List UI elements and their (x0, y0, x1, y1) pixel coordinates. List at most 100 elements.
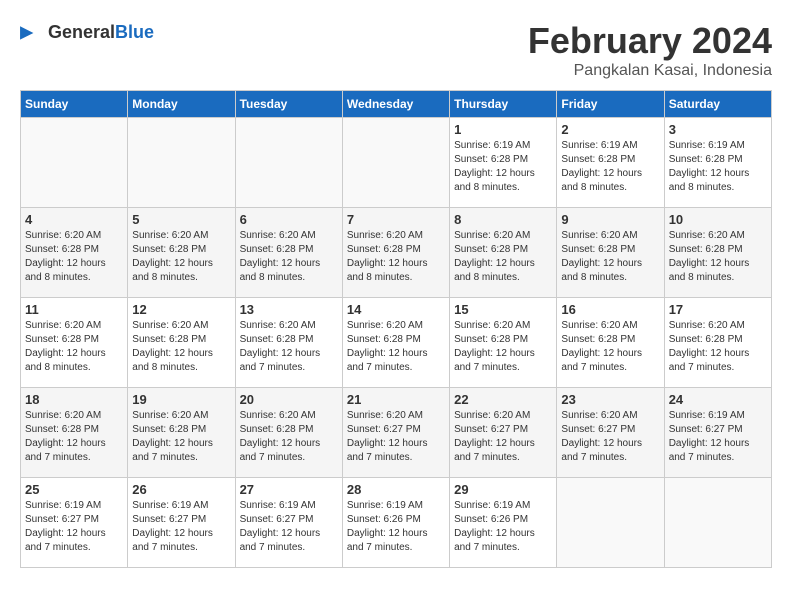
day-info: Sunrise: 6:20 AM Sunset: 6:28 PM Dayligh… (240, 319, 338, 375)
logo: ▶ GeneralBlue (20, 20, 154, 44)
calendar-cell: 17 Sunrise: 6:20 AM Sunset: 6:28 PM Dayli… (664, 298, 771, 388)
day-number: 17 (669, 302, 767, 317)
calendar-cell: 10 Sunrise: 6:20 AM Sunset: 6:28 PM Dayli… (664, 208, 771, 298)
calendar-cell: 3 Sunrise: 6:19 AM Sunset: 6:28 PM Daylig… (664, 118, 771, 208)
calendar-header-row: SundayMondayTuesdayWednesdayThursdayFrid… (21, 91, 772, 118)
calendar-cell (235, 118, 342, 208)
day-info: Sunrise: 6:20 AM Sunset: 6:27 PM Dayligh… (561, 409, 659, 465)
day-number: 7 (347, 212, 445, 227)
day-info: Sunrise: 6:20 AM Sunset: 6:27 PM Dayligh… (454, 409, 552, 465)
calendar-week-row: 25 Sunrise: 6:19 AM Sunset: 6:27 PM Dayli… (21, 478, 772, 568)
day-info: Sunrise: 6:19 AM Sunset: 6:26 PM Dayligh… (454, 499, 552, 555)
day-info: Sunrise: 6:20 AM Sunset: 6:28 PM Dayligh… (347, 229, 445, 285)
calendar-cell: 12Sunrise: 6:20 AM Sunset: 6:28 PM Dayli… (128, 298, 235, 388)
day-number: 20 (240, 392, 338, 407)
calendar-cell (664, 478, 771, 568)
day-number: 8 (454, 212, 552, 227)
calendar-cell (21, 118, 128, 208)
svg-text:▶: ▶ (20, 22, 34, 42)
calendar-cell: 2 Sunrise: 6:19 AM Sunset: 6:28 PM Daylig… (557, 118, 664, 208)
day-number: 24 (669, 392, 767, 407)
day-info: Sunrise: 6:20 AM Sunset: 6:28 PM Dayligh… (347, 319, 445, 375)
calendar-cell (128, 118, 235, 208)
day-info: Sunrise: 6:19 AM Sunset: 6:27 PM Dayligh… (669, 409, 767, 465)
calendar-cell: 29Sunrise: 6:19 AM Sunset: 6:26 PM Dayli… (450, 478, 557, 568)
location: Pangkalan Kasai, Indonesia (528, 62, 772, 80)
day-number: 21 (347, 392, 445, 407)
calendar-cell: 22 Sunrise: 6:20 AM Sunset: 6:27 PM Dayli… (450, 388, 557, 478)
calendar-cell: 8 Sunrise: 6:20 AM Sunset: 6:28 PM Daylig… (450, 208, 557, 298)
calendar-cell: 27Sunrise: 6:19 AM Sunset: 6:27 PM Dayli… (235, 478, 342, 568)
day-info: Sunrise: 6:20 AM Sunset: 6:28 PM Dayligh… (25, 229, 123, 285)
day-number: 10 (669, 212, 767, 227)
calendar-cell: 24 Sunrise: 6:19 AM Sunset: 6:27 PM Dayli… (664, 388, 771, 478)
calendar-table: SundayMondayTuesdayWednesdayThursdayFrid… (20, 90, 772, 568)
day-info: Sunrise: 6:20 AM Sunset: 6:28 PM Dayligh… (561, 229, 659, 285)
day-info: Sunrise: 6:20 AM Sunset: 6:28 PM Dayligh… (669, 319, 767, 375)
day-number: 5 (132, 212, 230, 227)
day-info: Sunrise: 6:19 AM Sunset: 6:26 PM Dayligh… (347, 499, 445, 555)
day-info: Sunrise: 6:19 AM Sunset: 6:28 PM Dayligh… (561, 139, 659, 195)
day-number: 28 (347, 482, 445, 497)
calendar-cell: 23 Sunrise: 6:20 AM Sunset: 6:27 PM Dayli… (557, 388, 664, 478)
day-number: 4 (25, 212, 123, 227)
calendar-week-row: 4 Sunrise: 6:20 AM Sunset: 6:28 PM Daylig… (21, 208, 772, 298)
day-number: 2 (561, 122, 659, 137)
day-number: 11 (25, 302, 123, 317)
calendar-week-row: 18 Sunrise: 6:20 AM Sunset: 6:28 PM Dayli… (21, 388, 772, 478)
day-info: Sunrise: 6:20 AM Sunset: 6:27 PM Dayligh… (347, 409, 445, 465)
calendar-cell: 14 Sunrise: 6:20 AM Sunset: 6:28 PM Dayli… (342, 298, 449, 388)
calendar-cell: 21 Sunrise: 6:20 AM Sunset: 6:27 PM Dayli… (342, 388, 449, 478)
day-number: 22 (454, 392, 552, 407)
day-info: Sunrise: 6:19 AM Sunset: 6:27 PM Dayligh… (25, 499, 123, 555)
day-info: Sunrise: 6:20 AM Sunset: 6:28 PM Dayligh… (240, 409, 338, 465)
column-header-friday: Friday (557, 91, 664, 118)
day-number: 19 (132, 392, 230, 407)
day-info: Sunrise: 6:20 AM Sunset: 6:28 PM Dayligh… (132, 409, 230, 465)
day-info: Sunrise: 6:20 AM Sunset: 6:28 PM Dayligh… (454, 319, 552, 375)
calendar-week-row: 11 Sunrise: 6:20 AM Sunset: 6:28 PM Dayli… (21, 298, 772, 388)
day-number: 18 (25, 392, 123, 407)
calendar-cell: 26 Sunrise: 6:19 AM Sunset: 6:27 PM Dayli… (128, 478, 235, 568)
column-header-wednesday: Wednesday (342, 91, 449, 118)
day-number: 14 (347, 302, 445, 317)
day-info: Sunrise: 6:19 AM Sunset: 6:27 PM Dayligh… (240, 499, 338, 555)
logo-icon: ▶ (20, 20, 44, 44)
calendar-cell: 4 Sunrise: 6:20 AM Sunset: 6:28 PM Daylig… (21, 208, 128, 298)
day-number: 23 (561, 392, 659, 407)
day-info: Sunrise: 6:20 AM Sunset: 6:28 PM Dayligh… (454, 229, 552, 285)
day-number: 12 (132, 302, 230, 317)
day-number: 26 (132, 482, 230, 497)
day-number: 9 (561, 212, 659, 227)
day-number: 3 (669, 122, 767, 137)
calendar-cell: 11Sunrise: 6:20 AM Sunset: 6:28 PM Dayli… (21, 298, 128, 388)
month-year: February 2024 (528, 20, 772, 62)
day-number: 15 (454, 302, 552, 317)
calendar-cell (557, 478, 664, 568)
day-info: Sunrise: 6:20 AM Sunset: 6:28 PM Dayligh… (669, 229, 767, 285)
day-number: 6 (240, 212, 338, 227)
calendar-cell: 16 Sunrise: 6:20 AM Sunset: 6:28 PM Dayli… (557, 298, 664, 388)
calendar-cell: 25 Sunrise: 6:19 AM Sunset: 6:27 PM Dayli… (21, 478, 128, 568)
calendar-cell: 7 Sunrise: 6:20 AM Sunset: 6:28 PM Daylig… (342, 208, 449, 298)
calendar-cell: 5Sunrise: 6:20 AM Sunset: 6:28 PM Daylig… (128, 208, 235, 298)
calendar-cell: 15 Sunrise: 6:20 AM Sunset: 6:28 PM Dayli… (450, 298, 557, 388)
calendar-cell: 19 Sunrise: 6:20 AM Sunset: 6:28 PM Dayli… (128, 388, 235, 478)
day-number: 25 (25, 482, 123, 497)
day-info: Sunrise: 6:19 AM Sunset: 6:27 PM Dayligh… (132, 499, 230, 555)
calendar-cell: 13Sunrise: 6:20 AM Sunset: 6:28 PM Dayli… (235, 298, 342, 388)
day-info: Sunrise: 6:20 AM Sunset: 6:28 PM Dayligh… (561, 319, 659, 375)
day-number: 1 (454, 122, 552, 137)
calendar-cell: 28 Sunrise: 6:19 AM Sunset: 6:26 PM Dayli… (342, 478, 449, 568)
day-info: Sunrise: 6:19 AM Sunset: 6:28 PM Dayligh… (669, 139, 767, 195)
day-info: Sunrise: 6:20 AM Sunset: 6:28 PM Dayligh… (240, 229, 338, 285)
calendar-cell: 1Sunrise: 6:19 AM Sunset: 6:28 PM Daylig… (450, 118, 557, 208)
column-header-monday: Monday (128, 91, 235, 118)
calendar-cell: 6 Sunrise: 6:20 AM Sunset: 6:28 PM Daylig… (235, 208, 342, 298)
day-info: Sunrise: 6:20 AM Sunset: 6:28 PM Dayligh… (25, 409, 123, 465)
title-area: February 2024 Pangkalan Kasai, Indonesia (528, 20, 772, 80)
day-number: 16 (561, 302, 659, 317)
column-header-sunday: Sunday (21, 91, 128, 118)
column-header-saturday: Saturday (664, 91, 771, 118)
column-header-thursday: Thursday (450, 91, 557, 118)
